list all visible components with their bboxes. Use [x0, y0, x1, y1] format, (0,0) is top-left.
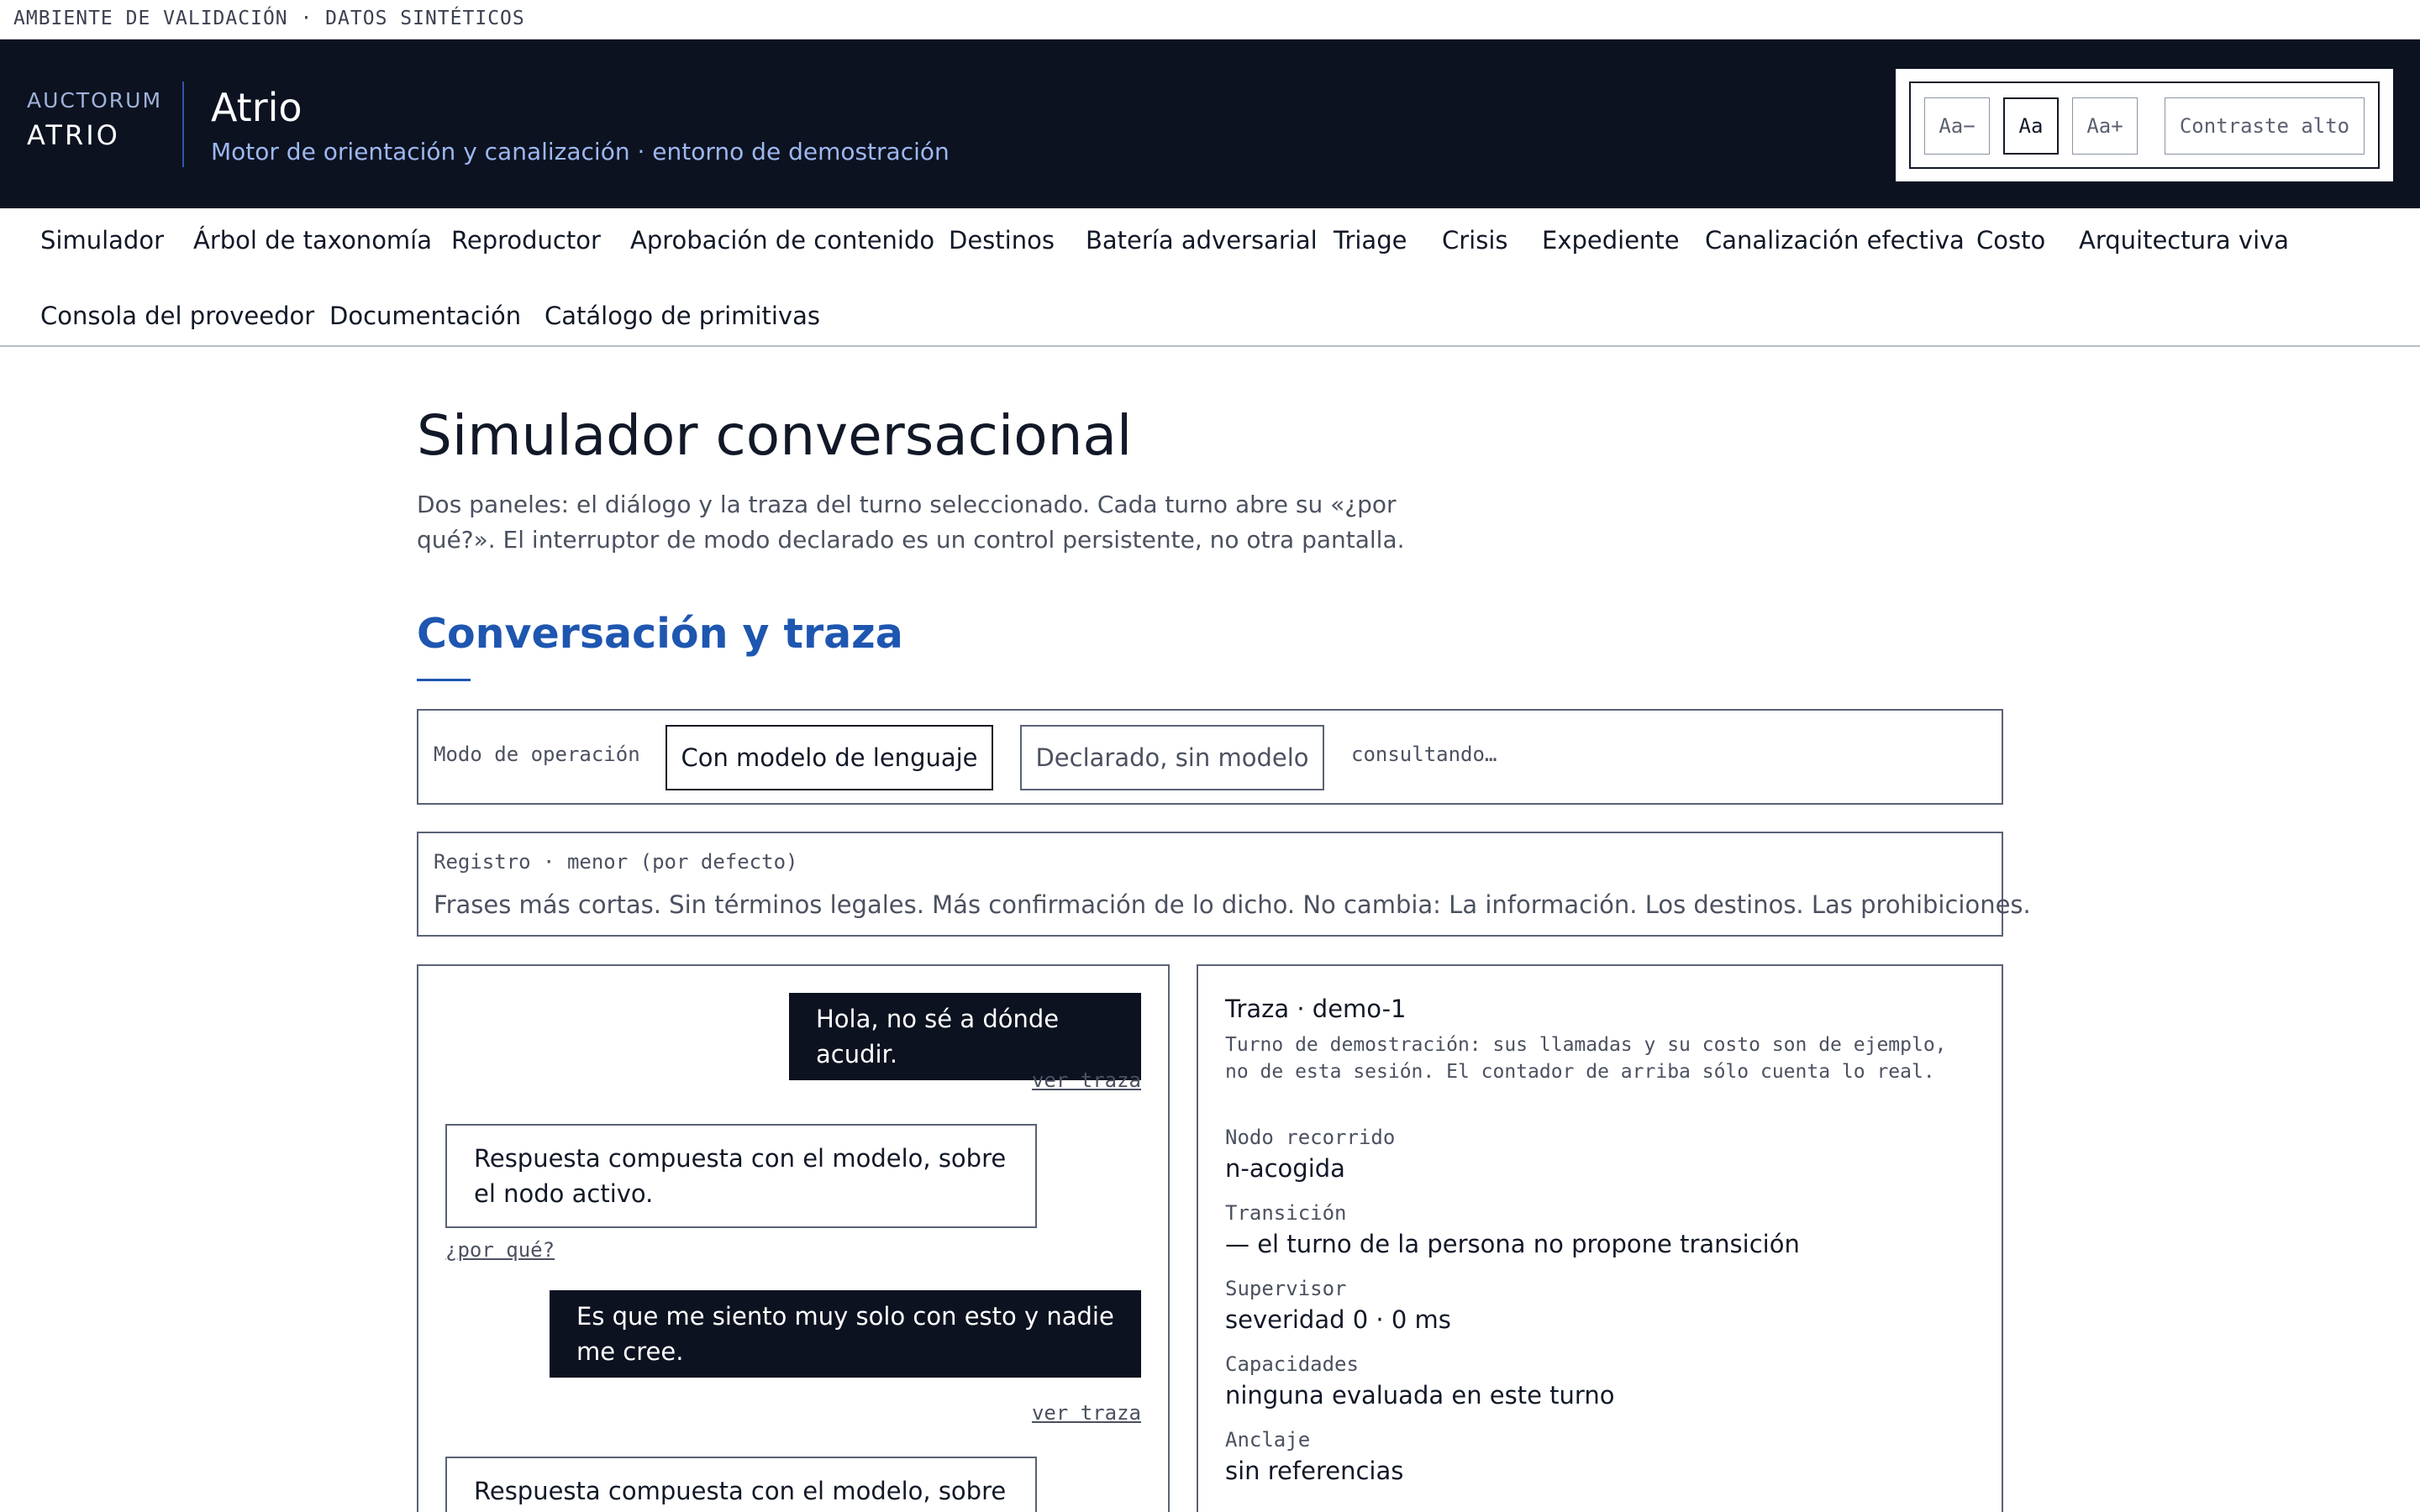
mode-model-button[interactable]: Con modelo de lenguaje [666, 725, 993, 790]
assistant-message[interactable]: Respuesta compuesta con el modelo, sobre… [445, 1457, 1037, 1512]
trace-link[interactable]: ver traza [1032, 1401, 1141, 1425]
page-description: Dos paneles: el diálogo y la traza del t… [417, 491, 1405, 554]
environment-banner: AMBIENTE DE VALIDACIÓN · DATOS SINTÉTICO… [0, 0, 2420, 39]
environment-banner-text: AMBIENTE DE VALIDACIÓN · DATOS SINTÉTICO… [13, 8, 525, 29]
trace-value-node: n-acogida [1225, 1154, 1345, 1183]
nav-item-bateria-adversarial[interactable]: Batería adversarial [1086, 226, 1318, 255]
assistant-message[interactable]: Respuesta compuesta con el modelo, sobre… [445, 1124, 1037, 1228]
register-body: Frases más cortas. Sin términos legales.… [434, 890, 2031, 919]
font-increase-button[interactable]: Aa+ [2072, 97, 2138, 155]
trace-value-capabilities: ninguna evaluada en este turno [1225, 1381, 1615, 1410]
nav-item-documentacion[interactable]: Documentación [329, 302, 521, 330]
trace-link[interactable]: ver traza [1032, 1068, 1141, 1092]
trace-title: Traza · demo-1 [1225, 995, 1407, 1023]
register-heading: Registro · menor (por defecto) [434, 850, 798, 874]
trace-value-transition: — el turno de la persona no propone tran… [1225, 1230, 1800, 1258]
font-decrease-button[interactable]: Aa− [1924, 97, 1990, 155]
app-title: Atrio [211, 85, 302, 130]
accessibility-controls: Aa− Aa Aa+ Contraste alto [1896, 69, 2393, 181]
mode-status: consultando… [1351, 743, 1497, 766]
nav-item-costo[interactable]: Costo [1976, 226, 2045, 255]
nav-item-crisis[interactable]: Crisis [1442, 226, 1508, 255]
brand-divider [182, 81, 184, 167]
nav-item-destinos[interactable]: Destinos [949, 226, 1055, 255]
trace-label-capabilities: Capacidades [1225, 1352, 1359, 1376]
brand-logo[interactable]: AUCTORUM ATRIO [27, 88, 162, 151]
nav-item-arquitectura-viva[interactable]: Arquitectura viva [2079, 226, 2289, 255]
mode-selector-panel: Modo de operación Con modelo de lenguaje… [417, 709, 2003, 805]
app-header: AUCTORUM ATRIO Atrio Motor de orientació… [0, 39, 2420, 208]
page-title: Simulador conversacional [417, 403, 1133, 468]
nav-item-arbol-taxonomia[interactable]: Árbol de taxonomía [193, 226, 432, 255]
mode-label: Modo de operación [434, 743, 640, 766]
brand-small-text: AUCTORUM [27, 88, 163, 113]
trace-value-anchor: sin referencias [1225, 1457, 1404, 1485]
nav-item-catalogo-primitivas[interactable]: Catálogo de primitivas [544, 302, 820, 330]
why-link[interactable]: ¿por qué? [445, 1238, 555, 1262]
nav-item-expediente[interactable]: Expediente [1542, 226, 1680, 255]
trace-note: Turno de demostración: sus llamadas y su… [1225, 1034, 1947, 1083]
register-panel: Registro · menor (por defecto) Frases má… [417, 832, 2031, 937]
high-contrast-button[interactable]: Contraste alto [2165, 97, 2365, 155]
trace-label-transition: Transición [1225, 1201, 1347, 1225]
app-subtitle: Motor de orientación y canalización · en… [211, 138, 950, 165]
brand-big-text: ATRIO [27, 119, 120, 151]
trace-label-node: Nodo recorrido [1225, 1126, 1396, 1149]
user-message[interactable]: Es que me siento muy solo con esto y nad… [550, 1290, 1141, 1378]
nav-item-aprobacion-contenido[interactable]: Aprobación de contenido [630, 226, 934, 255]
trace-label-supervisor: Supervisor [1225, 1277, 1347, 1300]
section-title: Conversación y traza [417, 610, 903, 658]
chat-panel: Hola, no sé a dónde acudir. ver traza Re… [417, 964, 1170, 1512]
user-message[interactable]: Hola, no sé a dónde acudir. [789, 993, 1141, 1080]
section-title-underline [417, 679, 471, 681]
nav-item-triage[interactable]: Triage [1334, 226, 1407, 255]
trace-label-anchor: Anclaje [1225, 1428, 1311, 1452]
main-nav: Simulador Árbol de taxonomía Reproductor… [0, 208, 2420, 347]
font-normal-button[interactable]: Aa [2003, 97, 2059, 155]
nav-item-canalizacion-efectiva[interactable]: Canalización efectiva [1705, 226, 1965, 255]
mode-declared-button[interactable]: Declarado, sin modelo [1020, 725, 1324, 790]
nav-item-simulador[interactable]: Simulador [40, 226, 164, 255]
trace-panel: Traza · demo-1 Turno de demostración: su… [1197, 964, 2003, 1512]
trace-value-supervisor: severidad 0 · 0 ms [1225, 1305, 1451, 1334]
nav-item-reproductor[interactable]: Reproductor [451, 226, 601, 255]
nav-item-consola-proveedor[interactable]: Consola del proveedor [40, 302, 314, 330]
accessibility-controls-frame: Aa− Aa Aa+ Contraste alto [1909, 81, 2380, 169]
